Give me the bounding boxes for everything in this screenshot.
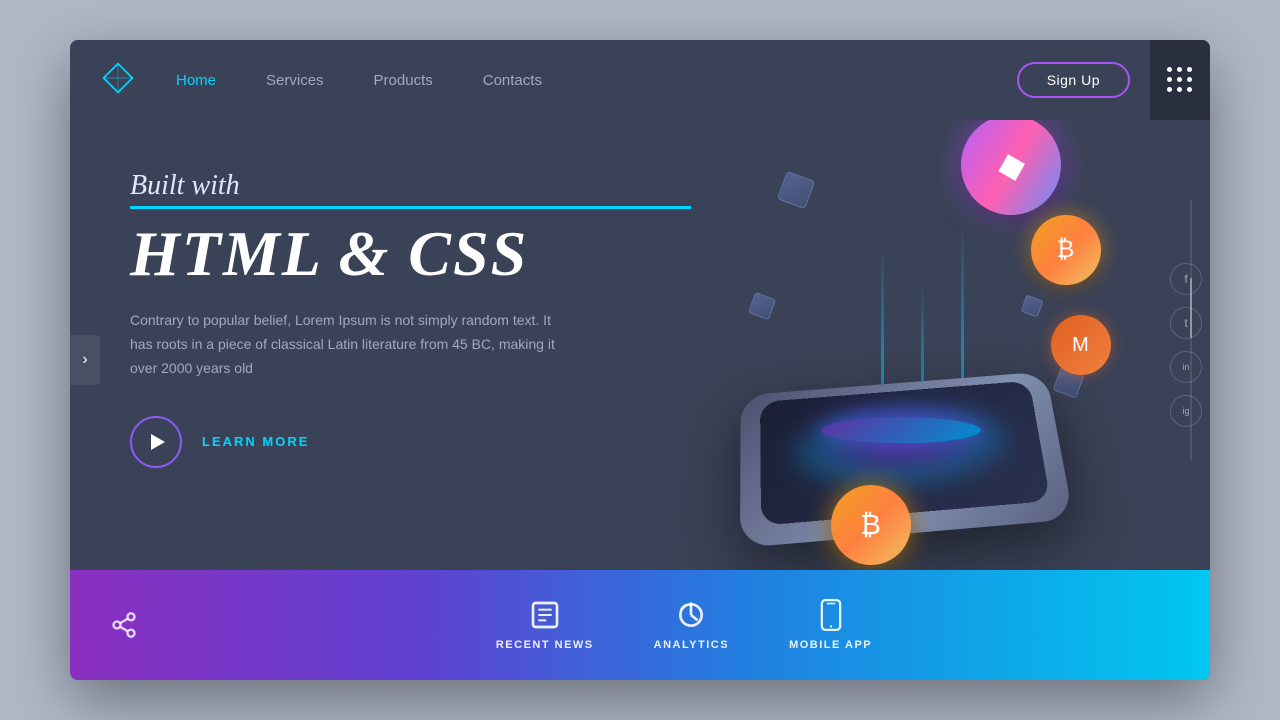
linkedin-icon: in [1182, 362, 1189, 372]
hero-illustration: ◆ ₿ M ₿ [691, 140, 1150, 570]
bitcoin-coin-top: ₿ [1031, 215, 1101, 285]
share-icon [110, 611, 138, 639]
dot [1187, 67, 1192, 72]
scroll-track [1190, 200, 1192, 460]
bottom-items: RECENT NEWS ANALYTICS [198, 599, 1170, 651]
monero-coin: M [1051, 315, 1111, 375]
eth-symbol: ◆ [992, 141, 1030, 189]
nav-right: Sign Up [1017, 40, 1180, 120]
pedestal [819, 417, 982, 443]
nav-home[interactable]: Home [176, 72, 216, 89]
linkedin-button[interactable]: in [1170, 351, 1202, 383]
hero-section: Built with HTML & CSS Contrary to popula… [70, 120, 1210, 570]
twitter-button[interactable]: t [1170, 307, 1202, 339]
bottom-bar: RECENT NEWS ANALYTICS [70, 570, 1210, 680]
recent-news-label: RECENT NEWS [496, 639, 594, 651]
dot [1167, 77, 1172, 82]
ethereum-coin: ◆ [949, 120, 1071, 226]
bottom-item-analytics[interactable]: ANALYTICS [654, 599, 729, 651]
analytics-label: ANALYTICS [654, 639, 729, 651]
recent-news-icon [529, 599, 561, 631]
hero-description: Contrary to popular belief, Lorem Ipsum … [130, 309, 570, 380]
btc-bottom-symbol: ₿ [860, 509, 881, 541]
cube-decoration-2 [747, 292, 775, 320]
signup-button[interactable]: Sign Up [1017, 62, 1130, 98]
instagram-icon: ig [1182, 406, 1189, 416]
main-container: Home Services Products Contacts Sign Up [70, 40, 1210, 680]
share-button[interactable] [110, 611, 138, 639]
facebook-button[interactable]: f [1170, 263, 1202, 295]
cube-decoration-4 [1020, 294, 1043, 317]
dot [1177, 67, 1182, 72]
play-button[interactable] [130, 416, 182, 468]
dot [1167, 87, 1172, 92]
hero-left: Built with HTML & CSS Contrary to popula… [130, 140, 691, 570]
mobile-app-label: MOBILE APP [789, 639, 872, 651]
btc-top-symbol: ₿ [1057, 236, 1075, 264]
nav-products[interactable]: Products [374, 72, 433, 89]
nav-services[interactable]: Services [266, 72, 324, 89]
twitter-icon: t [1184, 316, 1187, 330]
dot [1187, 87, 1192, 92]
scroll-thumb [1190, 278, 1192, 338]
facebook-icon: f [1184, 272, 1187, 286]
logo[interactable] [100, 60, 136, 101]
menu-dots-button[interactable] [1150, 40, 1210, 120]
navbar: Home Services Products Contacts Sign Up [70, 40, 1210, 120]
dots-grid-icon [1167, 67, 1193, 93]
dot [1187, 77, 1192, 82]
dot [1177, 77, 1182, 82]
built-with-text: Built with [130, 170, 691, 209]
nav-contacts[interactable]: Contacts [483, 72, 542, 89]
nav-links: Home Services Products Contacts [176, 72, 1017, 89]
bitcoin-coin-bottom: ₿ [831, 485, 911, 565]
cube-decoration-1 [776, 171, 814, 209]
bottom-item-recent-news[interactable]: RECENT NEWS [496, 599, 594, 651]
dot [1177, 87, 1182, 92]
cta-row: LEARN MORE [130, 416, 691, 468]
isometric-scene: ◆ ₿ M ₿ [721, 120, 1121, 570]
play-icon [151, 434, 165, 450]
monero-symbol: M [1072, 334, 1089, 357]
dot [1167, 67, 1172, 72]
analytics-icon [675, 599, 707, 631]
app-frame: Home Services Products Contacts Sign Up [70, 40, 1210, 680]
learn-more-link[interactable]: LEARN MORE [202, 434, 309, 449]
mobile-app-icon [817, 599, 845, 631]
bottom-item-mobile-app[interactable]: MOBILE APP [789, 599, 872, 651]
main-title: HTML & CSS [130, 219, 691, 289]
instagram-button[interactable]: ig [1170, 395, 1202, 427]
